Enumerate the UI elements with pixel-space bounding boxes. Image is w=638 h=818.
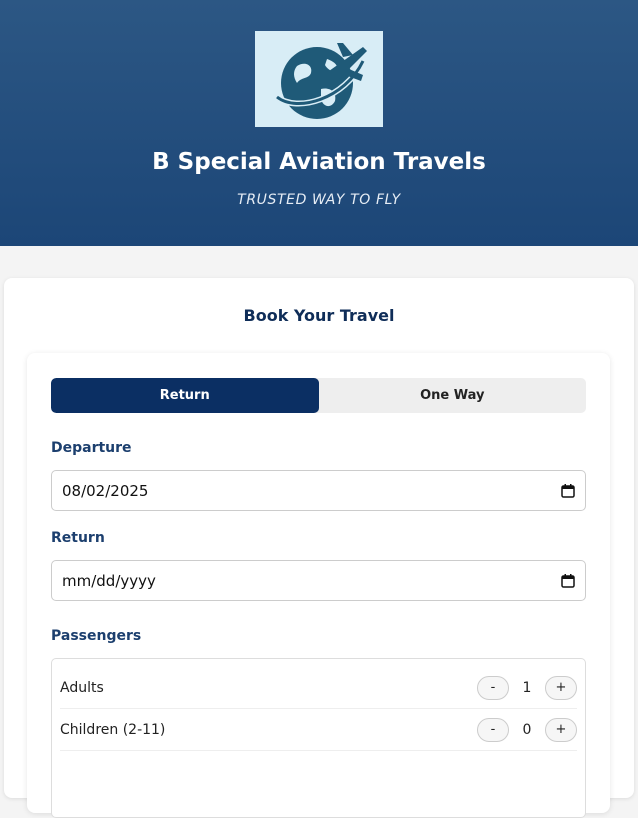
departure-date-value: 08/02/2025	[62, 481, 149, 500]
children-decrement-button[interactable]: -	[477, 717, 509, 742]
passenger-type-label: Adults	[60, 679, 104, 696]
one-way-trip-button[interactable]: One Way	[319, 378, 587, 413]
return-label: Return	[51, 530, 105, 546]
departure-label: Departure	[51, 440, 132, 456]
calendar-icon[interactable]	[561, 483, 575, 498]
globe-airplane-logo-icon	[275, 43, 367, 119]
adults-decrement-button[interactable]: -	[477, 675, 509, 700]
brand-name: B Special Aviation Travels	[152, 149, 486, 175]
trip-type-toggle: Return One Way	[51, 378, 586, 413]
children-count: 0	[522, 721, 532, 738]
brand-tagline: TRUSTED WAY TO FLY	[237, 192, 401, 208]
passenger-row-adults: Adults - 1 +	[60, 667, 577, 709]
adults-count: 1	[522, 679, 532, 696]
passengers-box: Adults - 1 + Children (2-11) - 0 +	[51, 658, 586, 818]
logo	[255, 31, 383, 127]
booking-title: Book Your Travel	[243, 306, 395, 325]
children-increment-button[interactable]: +	[545, 717, 577, 742]
booking-card: Book Your Travel Return One Way Departur…	[4, 278, 634, 818]
calendar-icon[interactable]	[561, 573, 575, 588]
return-date-input[interactable]: mm/dd/yyyy	[51, 560, 586, 601]
booking-form: Return One Way Departure 08/02/2025 Retu…	[27, 353, 610, 818]
return-date-value: mm/dd/yyyy	[62, 571, 156, 590]
passenger-type-label: Children (2-11)	[60, 721, 166, 738]
departure-date-input[interactable]: 08/02/2025	[51, 470, 586, 511]
site-header: B Special Aviation Travels TRUSTED WAY T…	[0, 0, 638, 246]
passenger-row-children: Children (2-11) - 0 +	[60, 709, 577, 751]
adults-increment-button[interactable]: +	[545, 675, 577, 700]
return-trip-button[interactable]: Return	[51, 378, 319, 413]
passengers-label: Passengers	[51, 628, 142, 644]
